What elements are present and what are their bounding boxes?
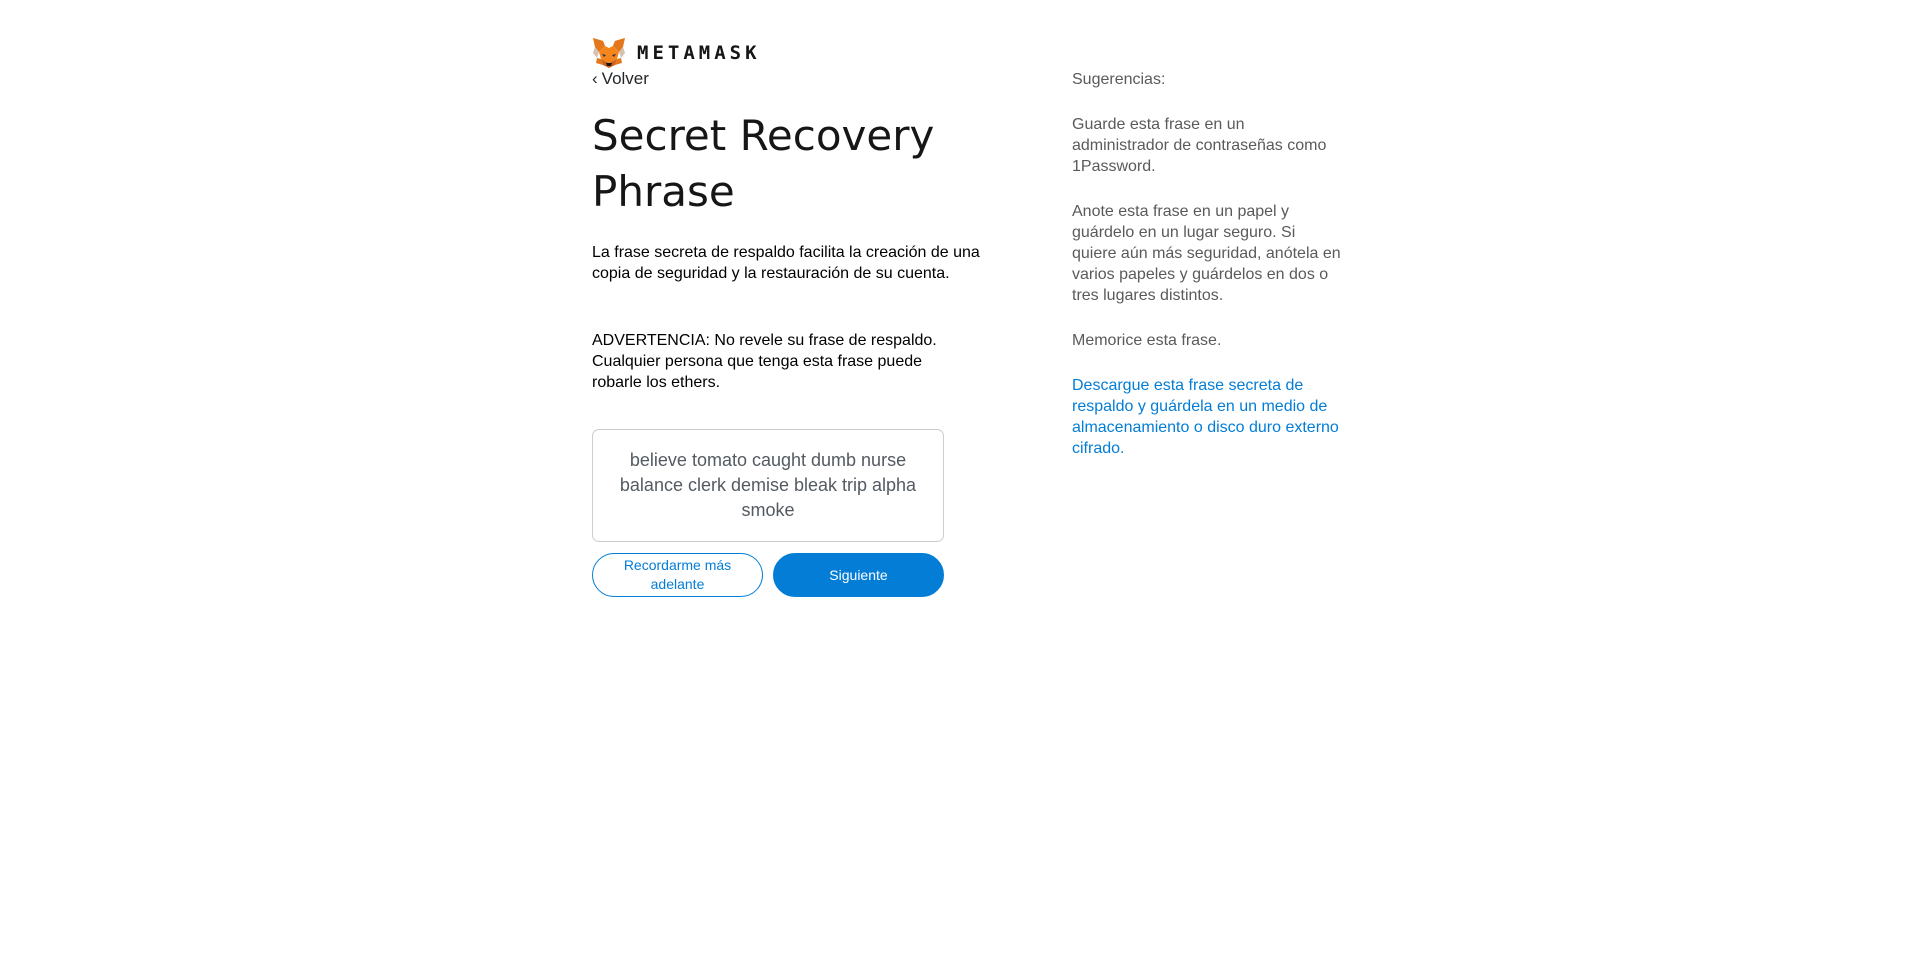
brand-wordmark: METAMASK bbox=[637, 42, 761, 64]
back-link[interactable]: ‹ Volver bbox=[592, 69, 649, 89]
remind-later-button[interactable]: Recordarme más adelante bbox=[592, 553, 763, 597]
page-title: Secret Recovery Phrase bbox=[592, 111, 935, 216]
tip-item: Memorice esta frase. bbox=[1072, 332, 1222, 349]
description-text: La frase secreta de respaldo facilita la… bbox=[592, 244, 980, 282]
page: METAMASK ‹ Volver Secret Recovery Phrase… bbox=[0, 0, 1920, 964]
chevron-left-icon: ‹ bbox=[592, 69, 598, 88]
secret-phrase-text: believe tomato caught dumb nurse balance… bbox=[619, 450, 917, 520]
download-phrase-link[interactable]: Descargue esta frase secreta de respaldo… bbox=[1072, 375, 1342, 459]
back-label: Volver bbox=[601, 69, 649, 88]
header: METAMASK bbox=[592, 36, 761, 70]
next-button[interactable]: Siguiente bbox=[773, 553, 944, 597]
tips-panel: Sugerencias: Guarde esta frase en un adm… bbox=[1072, 69, 1342, 483]
secret-phrase-box: believe tomato caught dumb nurse balance… bbox=[592, 429, 944, 542]
tips-heading: Sugerencias: bbox=[1072, 71, 1166, 88]
metamask-fox-icon bbox=[593, 38, 625, 68]
tip-item: Anote esta frase en un papel y guárdelo … bbox=[1072, 203, 1341, 304]
tip-item: Guarde esta frase en un administrador de… bbox=[1072, 116, 1327, 175]
warning-text: ADVERTENCIA: No revele su frase de respa… bbox=[592, 332, 937, 391]
